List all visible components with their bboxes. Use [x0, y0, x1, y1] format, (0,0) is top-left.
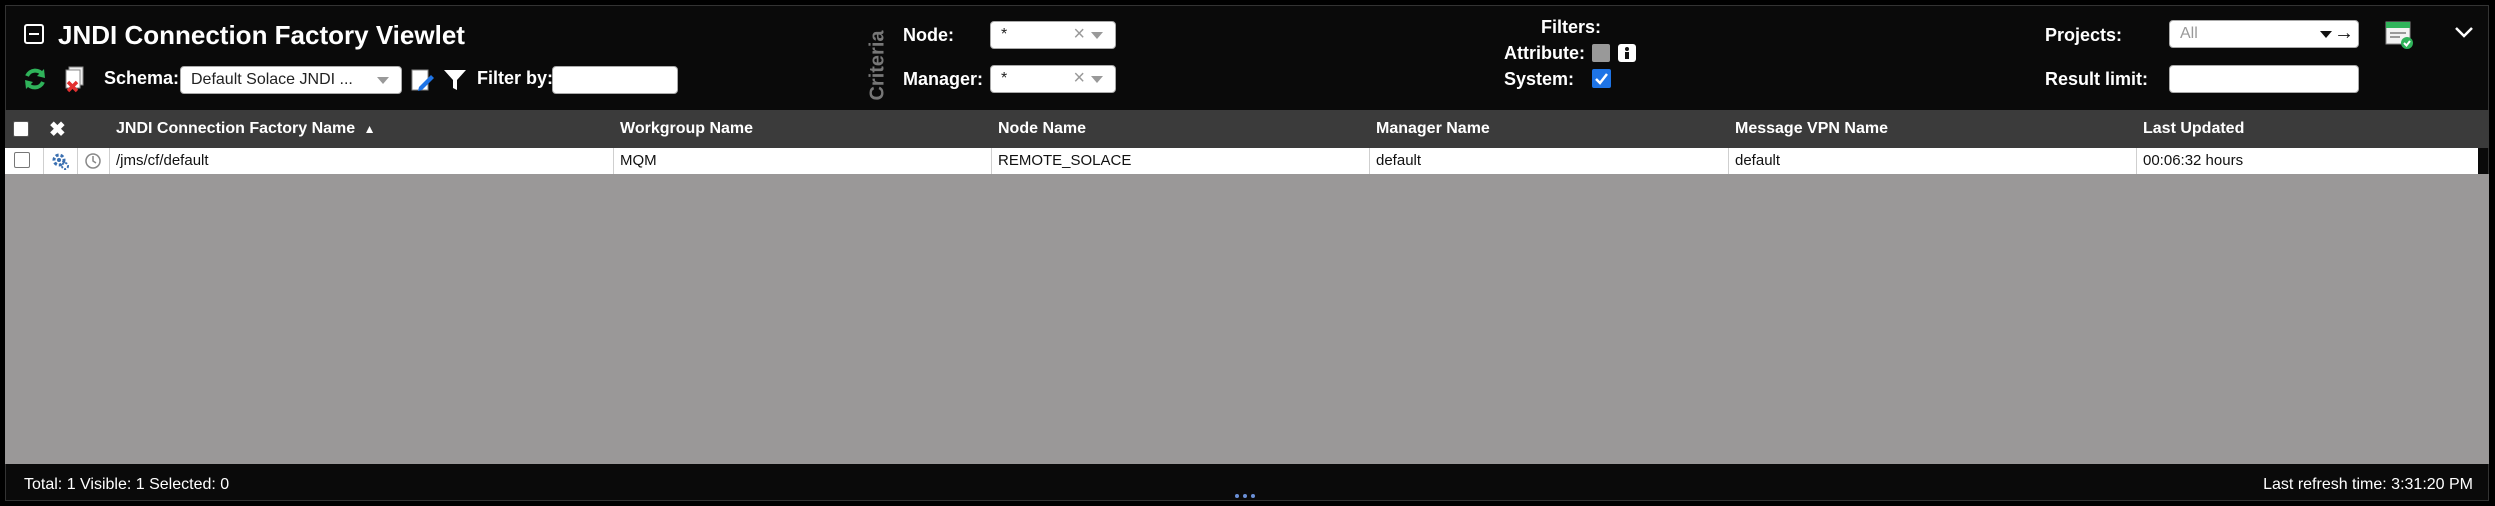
- close-icon[interactable]: ✖: [49, 117, 66, 142]
- select-all-checkbox[interactable]: [13, 121, 29, 137]
- table-row[interactable]: /jms/cf/default MQM REMOTE_SOLACE defaul…: [5, 148, 2478, 174]
- system-checkbox[interactable]: [1592, 69, 1611, 88]
- manager-select-value: *: [1001, 70, 1008, 87]
- chevron-down-icon: [1091, 76, 1103, 83]
- filters-label: Filters:: [1541, 17, 1602, 37]
- column-header-updated[interactable]: Last Updated: [2143, 110, 2244, 148]
- attribute-checkbox[interactable]: [1592, 44, 1610, 62]
- chevron-down-icon[interactable]: [2453, 22, 2475, 42]
- manager-select[interactable]: * ×: [990, 65, 1116, 93]
- column-header-name[interactable]: JNDI Connection Factory Name ▲: [116, 110, 376, 148]
- schema-select-value: Default Solace JNDI ...: [191, 71, 353, 88]
- last-refresh-time: Last refresh time: 3:31:20 PM: [2263, 476, 2473, 493]
- filter-by-input[interactable]: [552, 66, 678, 94]
- projects-label: Projects:: [2045, 25, 2123, 45]
- resize-handle[interactable]: [1235, 494, 1259, 500]
- attribute-label: Attribute:: [1504, 43, 1585, 63]
- arrow-right-icon: →: [2334, 22, 2354, 44]
- edit-schema-icon[interactable]: [411, 67, 435, 93]
- column-header-node[interactable]: Node Name: [998, 110, 1086, 148]
- chevron-down-icon: [377, 77, 389, 84]
- result-limit-label: Result limit:: [2045, 69, 2149, 89]
- result-limit-input[interactable]: [2169, 65, 2359, 93]
- collapse-icon[interactable]: [24, 24, 44, 44]
- system-label: System:: [1504, 69, 1575, 89]
- manager-label: Manager:: [903, 69, 984, 89]
- dashboard-icon[interactable]: [2384, 20, 2414, 50]
- gear-icon[interactable]: [50, 151, 70, 171]
- chevron-down-icon: [1091, 32, 1103, 39]
- info-icon[interactable]: [1618, 44, 1636, 62]
- schema-label: Schema:: [104, 68, 180, 88]
- cell-updated: 00:06:32 hours: [2143, 152, 2244, 169]
- refresh-icon[interactable]: [22, 66, 48, 92]
- projects-select[interactable]: All →: [2169, 20, 2359, 48]
- chevron-down-icon: [2320, 31, 2332, 38]
- sort-ascending-icon: ▲: [363, 122, 376, 136]
- delete-icon[interactable]: [62, 65, 88, 93]
- clock-icon[interactable]: [84, 152, 102, 170]
- clear-manager-icon[interactable]: ×: [1073, 67, 1085, 90]
- node-select-value: *: [1001, 26, 1008, 43]
- viewlet-title: JNDI Connection Factory Viewlet: [58, 20, 465, 50]
- cell-manager: default: [1376, 152, 1422, 169]
- cell-node: REMOTE_SOLACE: [998, 152, 1132, 169]
- cell-name: /jms/cf/default: [116, 152, 209, 169]
- column-header-manager[interactable]: Manager Name: [1376, 110, 1490, 148]
- projects-select-value: All: [2180, 25, 2198, 42]
- node-label: Node:: [903, 25, 954, 45]
- grid-body: [5, 174, 2489, 464]
- node-select[interactable]: * ×: [990, 21, 1116, 49]
- filter-by-label: Filter by:: [477, 68, 554, 88]
- schema-select[interactable]: Default Solace JNDI ...: [180, 66, 402, 94]
- column-header-vpn[interactable]: Message VPN Name: [1735, 110, 1888, 148]
- filter-icon[interactable]: [443, 68, 467, 92]
- clear-node-icon[interactable]: ×: [1073, 23, 1085, 46]
- cell-workgroup: MQM: [620, 152, 657, 169]
- criteria-label: Criteria: [866, 29, 889, 101]
- status-counts: Total: 1 Visible: 1 Selected: 0: [24, 476, 230, 493]
- column-header-workgroup[interactable]: Workgroup Name: [620, 110, 753, 148]
- cell-vpn: default: [1735, 152, 1781, 169]
- grid-header: ✖ JNDI Connection Factory Name ▲ Workgro…: [5, 110, 2489, 148]
- row-checkbox[interactable]: [14, 152, 30, 168]
